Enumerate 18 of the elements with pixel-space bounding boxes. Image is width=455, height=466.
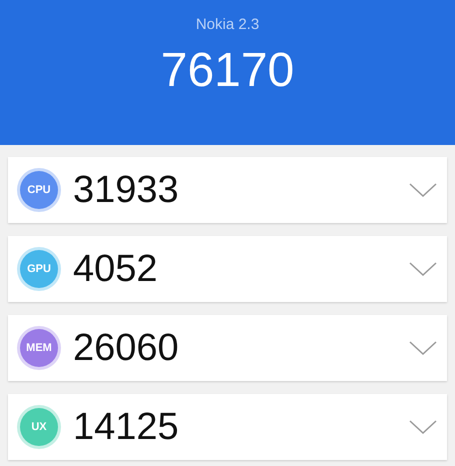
chevron-down-icon[interactable] — [409, 419, 437, 435]
score-card[interactable]: UX 14125 — [8, 394, 447, 460]
category-badge: MEM — [20, 329, 58, 367]
chevron-down-icon[interactable] — [409, 340, 437, 356]
category-score: 31933 — [73, 168, 180, 212]
category-score: 4052 — [73, 248, 159, 290]
chevron-down-icon[interactable] — [409, 182, 437, 198]
category-badge: GPU — [20, 250, 58, 288]
category-score: 26060 — [73, 326, 180, 370]
score-card[interactable]: CPU 31933 — [8, 157, 447, 223]
chevron-down-icon[interactable] — [409, 261, 437, 277]
score-card[interactable]: MEM 26060 — [8, 315, 447, 381]
device-name: Nokia 2.3 — [196, 16, 260, 33]
category-badge: CPU — [20, 171, 58, 209]
total-score: 76170 — [160, 43, 294, 98]
category-score: 14125 — [73, 406, 180, 448]
score-card[interactable]: GPU 4052 — [8, 236, 447, 302]
category-badge: UX — [20, 408, 58, 446]
